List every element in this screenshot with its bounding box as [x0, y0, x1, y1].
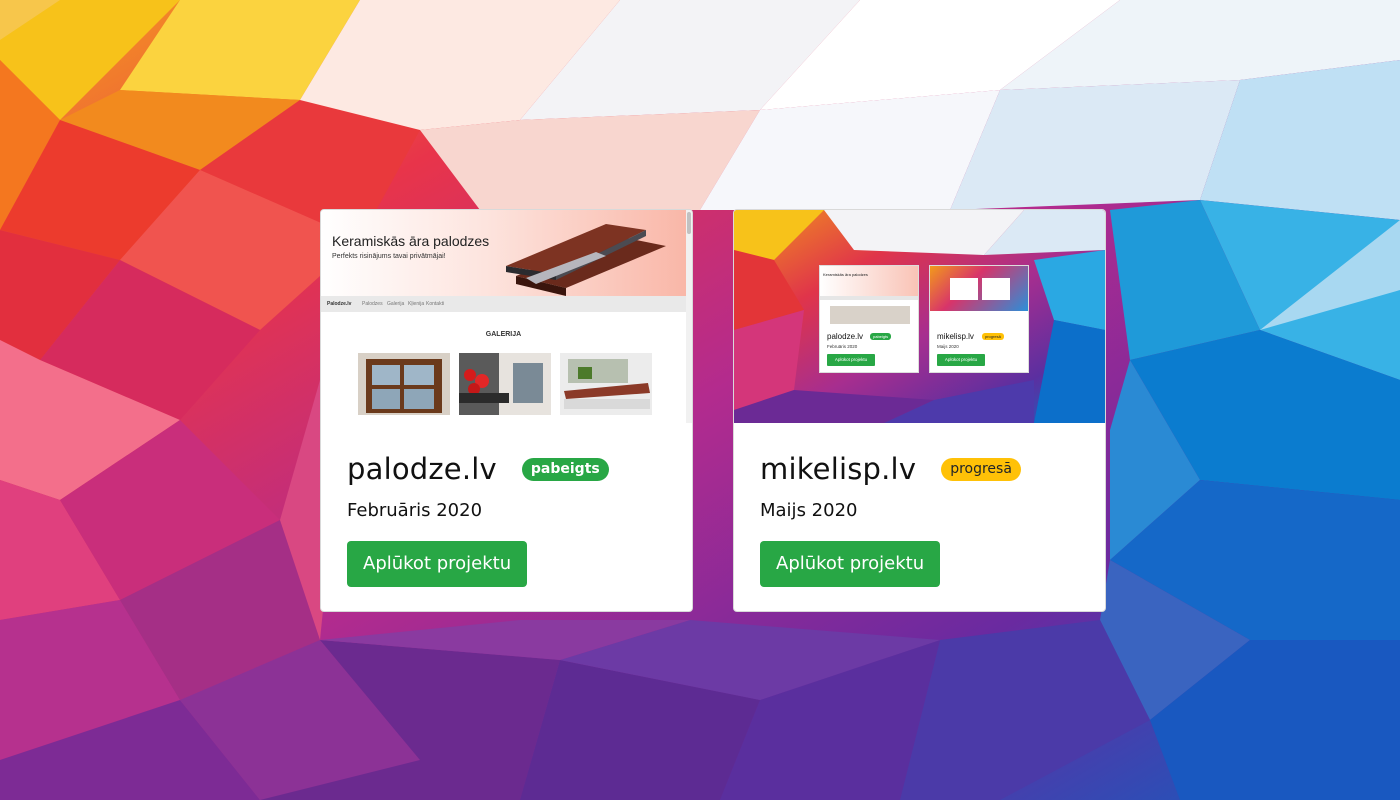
view-project-button[interactable]: Aplūkot projektu: [347, 541, 528, 587]
mini-status-badge: pabeigts: [870, 333, 892, 340]
card-body: mikelisp.lv progresā Maijs 2020 Aplūkot …: [760, 450, 1085, 587]
thumbnail-hero-subheading: Perfekts risinājums tavai privātmājai!: [332, 253, 446, 260]
windowsill-product-image: [506, 224, 666, 296]
mini-status-badge: progresā: [982, 333, 1004, 340]
thumbnail-background: [734, 210, 1105, 423]
mini-view-button: Aplūkot projektu: [937, 354, 985, 366]
project-title: palodze.lv: [347, 452, 497, 486]
thumbnail-gallery-title: GALERIJA: [485, 331, 522, 338]
mini-card-title: palodze.lv: [827, 332, 864, 341]
status-badge: pabeigts: [521, 457, 609, 481]
mini-card-mikelisp: mikelisp.lv progresā Maijs 2020 Aplūkot …: [929, 265, 1029, 373]
mini-view-button: Aplūkot projektu: [827, 354, 875, 366]
thumbnail-nav-item: Kļienija: [408, 301, 425, 307]
status-badge: progresā: [941, 457, 1021, 481]
thumbnail-nav-item: Kontakti: [426, 301, 445, 307]
mini-hero-heading: Keramiskās āra palodzes: [823, 272, 868, 277]
thumbnail-gallery-images: [358, 353, 652, 415]
view-project-button[interactable]: Aplūkot projektu: [760, 541, 941, 587]
card-title-row: palodze.lv pabeigts: [347, 450, 672, 488]
project-thumbnail-mikelisp[interactable]: Keramiskās āra palodzes palodze.lv pabei…: [734, 210, 1105, 423]
thumbnail-nav-item: Galerija: [387, 301, 405, 307]
mini-card-palodze: Keramiskās āra palodzes palodze.lv pabei…: [819, 265, 919, 373]
project-date: Februāris 2020: [347, 500, 483, 521]
portfolio-page: Keramiskās āra palodzes Perfekts risināj…: [0, 0, 1400, 800]
project-date: Maijs 2020: [760, 500, 858, 521]
thumbnail-navbar: Palodze.lv Palodzes Galerija Kļienija Ko…: [321, 296, 686, 312]
thumbnail-hero-heading: Keramiskās āra palodzes: [332, 233, 490, 249]
lowpoly-background: [0, 0, 1400, 800]
project-card-mikelisp: Keramiskās āra palodzes palodze.lv pabei…: [733, 209, 1106, 612]
thumbnail-scrollbar: [686, 210, 692, 423]
mini-card-date: Maijs 2020: [937, 344, 959, 349]
thumbnail-hero: Keramiskās āra palodzes Perfekts risināj…: [321, 210, 686, 296]
mini-card-date: Februāris 2020: [827, 344, 858, 349]
project-thumbnail-palodze[interactable]: Keramiskās āra palodzes Perfekts risināj…: [321, 210, 692, 423]
thumbnail-nav-item: Palodzes: [362, 301, 383, 307]
project-title: mikelisp.lv: [760, 452, 917, 486]
project-card-palodze: Keramiskās āra palodzes Perfekts risināj…: [320, 209, 693, 612]
card-title-row: mikelisp.lv progresā: [760, 450, 1085, 488]
mini-card-title: mikelisp.lv: [937, 332, 974, 341]
card-body: palodze.lv pabeigts Februāris 2020 Aplūk…: [347, 450, 672, 587]
thumbnail-nav-brand: Palodze.lv: [327, 301, 352, 307]
